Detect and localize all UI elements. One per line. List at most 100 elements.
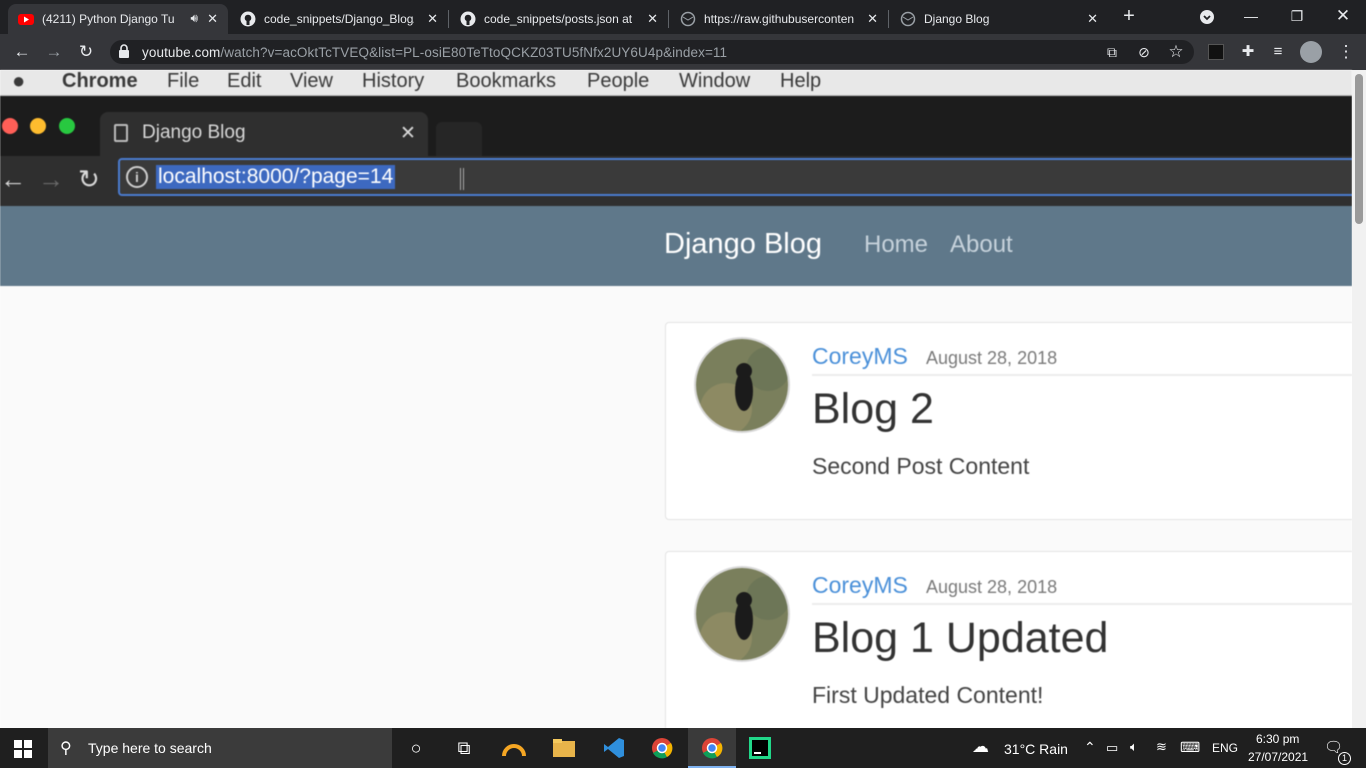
minimize-icon[interactable]: —: [1228, 0, 1274, 34]
profile-avatar[interactable]: [1300, 41, 1322, 63]
volume-icon[interactable]: 🔈︎: [1130, 739, 1138, 755]
inner-tab: Django Blog ✕: [100, 112, 428, 156]
video-frame[interactable]: ● Chrome File Edit View History Bookmark…: [0, 70, 1352, 728]
menu-view: View: [290, 70, 333, 92]
inner-new-tab: [436, 122, 482, 156]
menu-file: File: [167, 70, 200, 92]
menu-history: History: [362, 70, 425, 92]
search-icon: ⚲: [60, 740, 72, 757]
post-date: August 28, 2018: [926, 348, 1058, 368]
media-queue-icon[interactable]: ≡: [1266, 40, 1290, 64]
text-cursor-icon: [460, 168, 464, 190]
battery-icon[interactable]: ▭: [1106, 740, 1118, 756]
close-window-icon[interactable]: ✕: [1320, 0, 1366, 34]
wifi-icon[interactable]: ≋: [1156, 739, 1167, 755]
github-icon: [460, 11, 476, 27]
forward-icon: →: [38, 164, 64, 194]
youtube-icon: [18, 11, 34, 27]
post-content: First Updated Content!: [812, 682, 1044, 708]
more-menu-icon[interactable]: ⋮: [1334, 40, 1358, 64]
restore-icon[interactable]: ❐: [1274, 0, 1320, 34]
windows-start-icon[interactable]: [14, 740, 32, 758]
extension-js-icon[interactable]: [1208, 44, 1224, 60]
globe-icon: [900, 11, 916, 27]
clock-date[interactable]: 27/07/2021: [1248, 750, 1308, 764]
tab-search-icon[interactable]: [1184, 0, 1230, 34]
post-author: CoreyMS: [812, 343, 908, 369]
menu-help: Help: [780, 70, 822, 92]
tab-github-django-blog[interactable]: code_snippets/Django_Blog/ ✕: [230, 4, 448, 34]
back-icon: ←: [0, 164, 26, 194]
language-indicator[interactable]: ENG: [1212, 741, 1238, 755]
cortana-icon[interactable]: ○: [392, 728, 440, 768]
tab-django-blog[interactable]: Django Blog ✕: [890, 4, 1108, 34]
new-tab-button[interactable]: +: [1106, 0, 1152, 34]
speaker-icon[interactable]: 🔊︎: [190, 11, 198, 26]
menu-people: People: [587, 70, 650, 92]
lock-icon[interactable]: [118, 44, 130, 58]
menu-edit: Edit: [227, 70, 262, 92]
tray-chevron-icon[interactable]: ⌃: [1084, 739, 1096, 756]
vscode-icon[interactable]: [590, 728, 638, 768]
tab-separator: [888, 10, 889, 28]
minimize-traffic-light: [30, 118, 46, 134]
post-title: Blog 2: [812, 385, 934, 433]
chrome-icon[interactable]: [638, 728, 686, 768]
post-card: CoreyMS August 28, 2018 Blog 2 Second Po…: [665, 322, 1352, 520]
scrollbar-thumb[interactable]: [1355, 74, 1363, 224]
tab-raw-github[interactable]: https://raw.githubuserconten ✕: [670, 4, 888, 34]
nav-about: About: [950, 231, 1013, 258]
pycharm-icon[interactable]: [736, 728, 784, 768]
globe-icon: [680, 11, 696, 27]
tab-title: code_snippets/posts.json at m: [484, 12, 634, 26]
forward-icon[interactable]: →: [42, 40, 66, 64]
tab-youtube[interactable]: (4211) Python Django Tu 🔊︎ ✕: [8, 4, 228, 34]
close-icon[interactable]: ✕: [867, 11, 878, 27]
close-icon[interactable]: ✕: [1087, 11, 1098, 27]
arc-app-icon[interactable]: [490, 728, 538, 768]
site-brand: Django Blog: [664, 228, 822, 260]
apple-icon: ●: [12, 70, 26, 93]
weather-rain-icon[interactable]: ☁︎: [972, 737, 989, 757]
avatar: [694, 566, 790, 662]
eye-off-icon[interactable]: ⊘: [1132, 40, 1156, 64]
mac-menu-bar: ● Chrome File Edit View History Bookmark…: [0, 70, 1352, 96]
menu-chrome: Chrome: [62, 70, 138, 92]
file-explorer-icon[interactable]: [540, 728, 588, 768]
task-view-icon[interactable]: ⧉: [440, 728, 488, 768]
inner-address-text: localhost:8000/?page=14: [156, 165, 396, 189]
post-date: August 28, 2018: [926, 577, 1058, 597]
tab-separator: [448, 10, 449, 28]
inner-tab-title: Django Blog: [142, 122, 246, 143]
close-traffic-light: [2, 118, 18, 134]
reload-icon[interactable]: ↻: [74, 40, 98, 64]
close-icon[interactable]: ✕: [427, 11, 438, 27]
tab-title: code_snippets/Django_Blog/: [264, 12, 414, 26]
close-icon: ✕: [400, 123, 416, 144]
extensions-puzzle-icon[interactable]: ✚: [1236, 40, 1260, 64]
close-icon[interactable]: ✕: [207, 11, 218, 27]
tab-title: Django Blog: [924, 12, 990, 26]
weather-text[interactable]: 31°C Rain: [1004, 741, 1068, 757]
clock-time[interactable]: 6:30 pm: [1256, 732, 1299, 746]
chrome-active-icon[interactable]: [688, 728, 736, 768]
info-icon: i: [126, 166, 148, 188]
post-author: CoreyMS: [812, 572, 908, 598]
nav-home: Home: [864, 231, 929, 258]
divider: [812, 374, 1352, 376]
avatar: [694, 337, 790, 433]
post-card: CoreyMS August 28, 2018 Blog 1 Updated F…: [665, 551, 1352, 728]
site-navbar: Django Blog Home About: [0, 206, 1352, 286]
divider: [812, 603, 1352, 605]
bookmark-star-icon[interactable]: ☆: [1164, 40, 1188, 64]
address-text[interactable]: youtube.com/watch?v=acOktTcTVEQ&list=PL-…: [142, 45, 727, 60]
close-icon[interactable]: ✕: [647, 11, 658, 27]
tab-github-posts-json[interactable]: code_snippets/posts.json at m ✕: [450, 4, 668, 34]
zoom-traffic-light: [59, 118, 75, 134]
page-scrollbar[interactable]: [1352, 70, 1366, 728]
keyboard-icon[interactable]: ⌨: [1180, 739, 1200, 756]
open-in-app-icon[interactable]: ⧉: [1100, 40, 1124, 64]
post-content: Second Post Content: [812, 453, 1030, 479]
back-icon[interactable]: ←: [10, 40, 34, 64]
github-icon: [240, 11, 256, 27]
